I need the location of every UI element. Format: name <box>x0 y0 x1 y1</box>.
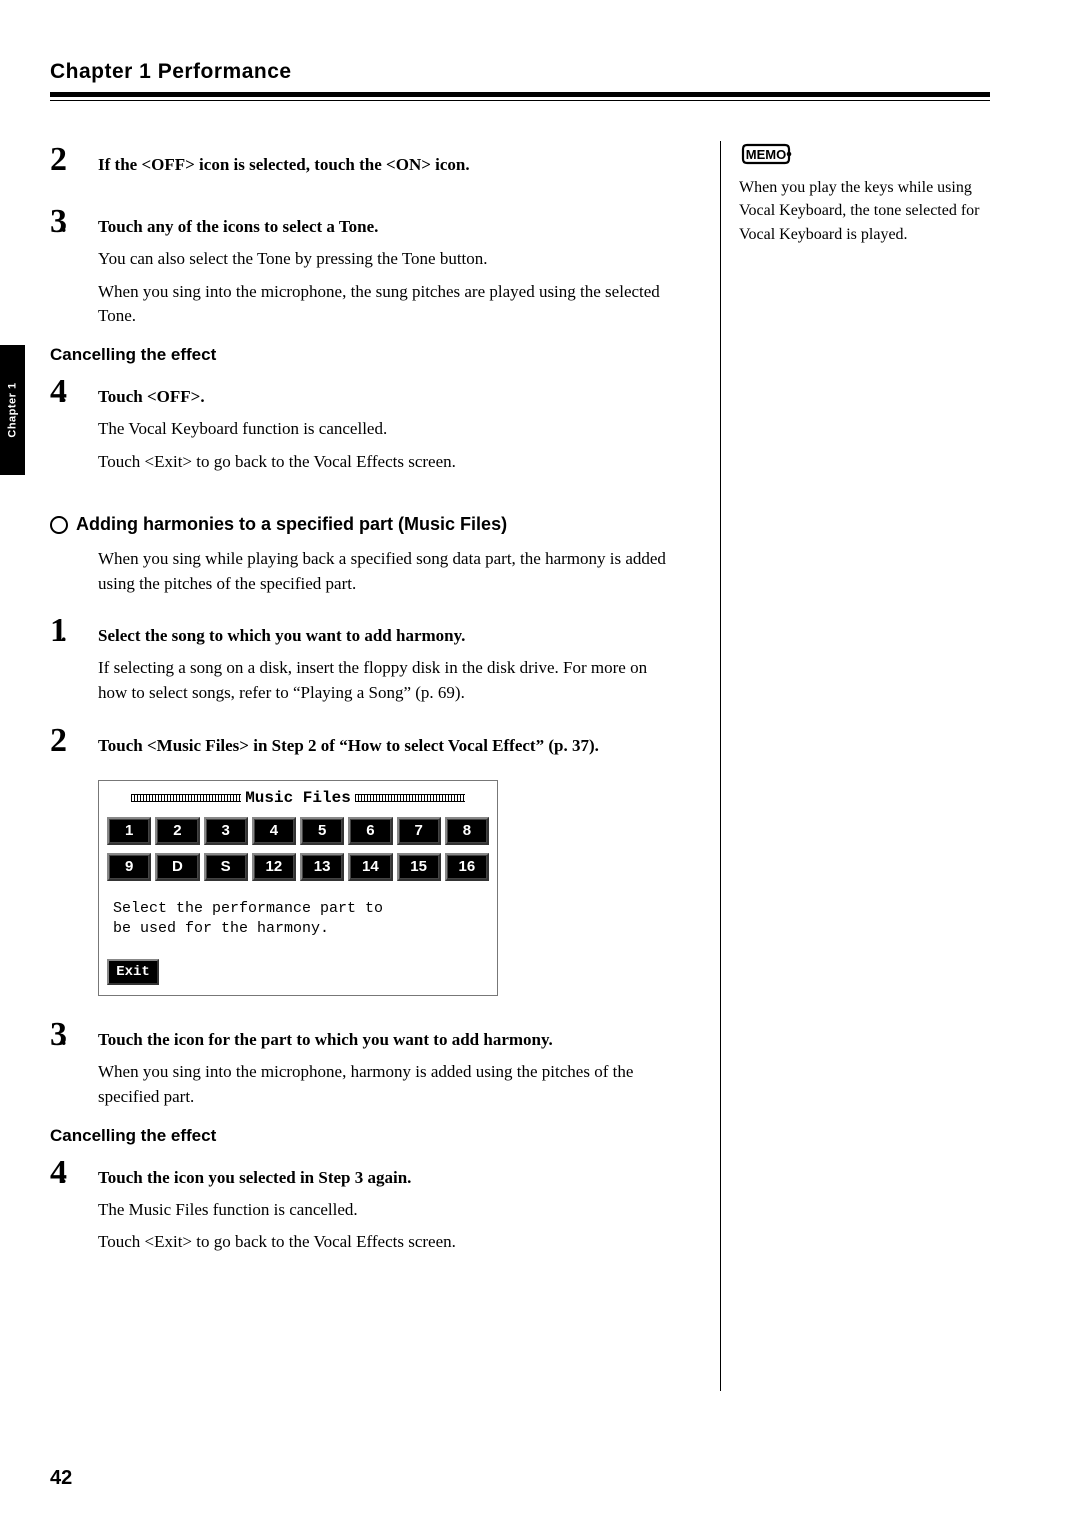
step-3: 3. Touch any of the icons to select a To… <box>50 203 670 241</box>
button-row-1: 1 2 3 4 5 6 7 8 <box>105 813 491 849</box>
step-text: Touch <Music Files> in Step 2 of “How to… <box>98 732 599 756</box>
memo-column: MEMO When you play the keys while using … <box>720 141 990 1391</box>
part-button-4[interactable]: 4 <box>252 817 296 845</box>
decoration-icon <box>131 794 241 802</box>
part-button-3[interactable]: 3 <box>204 817 248 845</box>
s2-step-2: 2. Touch <Music Files> in Step 2 of “How… <box>50 722 670 760</box>
s2-step-1: 1. Select the song to which you want to … <box>50 612 670 650</box>
part-button-d[interactable]: D <box>155 853 199 881</box>
music-files-screenshot: Music Files 1 2 3 4 5 6 7 8 9 <box>98 780 498 997</box>
screen-title: Music Files <box>245 789 351 807</box>
screen-message: Select the performance part to be used f… <box>105 885 491 960</box>
step-4a: 4. Touch <OFF>. <box>50 373 670 411</box>
body-text: Touch <Exit> to go back to the Vocal Eff… <box>98 450 670 475</box>
body-text: The Music Files function is cancelled. <box>98 1198 670 1223</box>
part-button-8[interactable]: 8 <box>445 817 489 845</box>
step-text: Touch the icon for the part to which you… <box>98 1026 553 1050</box>
part-button-s[interactable]: S <box>204 853 248 881</box>
screen-message-line: Select the performance part to <box>113 899 483 919</box>
title-rule <box>50 92 990 101</box>
button-row-2: 9 D S 12 13 14 15 16 <box>105 849 491 885</box>
part-button-14[interactable]: 14 <box>348 853 392 881</box>
part-button-15[interactable]: 15 <box>397 853 441 881</box>
step-text: Touch <OFF>. <box>98 383 205 407</box>
part-button-9[interactable]: 9 <box>107 853 151 881</box>
body-text: The Vocal Keyboard function is cancelled… <box>98 417 670 442</box>
step-text: Select the song to which you want to add… <box>98 622 465 646</box>
body-text: When you sing while playing back a speci… <box>98 547 670 596</box>
body-text: When you sing into the microphone, harmo… <box>98 1060 670 1109</box>
step-text: Touch any of the icons to select a Tone. <box>98 213 378 237</box>
part-button-1[interactable]: 1 <box>107 817 151 845</box>
subheading-cancel: Cancelling the effect <box>50 345 670 365</box>
chapter-title: Chapter 1 Performance <box>50 60 990 84</box>
part-button-2[interactable]: 2 <box>155 817 199 845</box>
screen-message-line: be used for the harmony. <box>113 919 483 939</box>
part-button-16[interactable]: 16 <box>445 853 489 881</box>
s2-step-4: 4. Touch the icon you selected in Step 3… <box>50 1154 670 1192</box>
part-button-6[interactable]: 6 <box>348 817 392 845</box>
s2-step-3: 3. Touch the icon for the part to which … <box>50 1016 670 1054</box>
screen-title-row: Music Files <box>105 787 491 813</box>
step-2: 2. If the <OFF> icon is selected, touch … <box>50 141 670 179</box>
circle-marker-icon <box>50 516 68 534</box>
step-text: If the <OFF> icon is selected, touch the… <box>98 151 470 175</box>
part-button-12[interactable]: 12 <box>252 853 296 881</box>
memo-icon: MEMO <box>739 141 990 174</box>
exit-row: Exit <box>105 959 491 989</box>
decoration-icon <box>355 794 465 802</box>
body-text: You can also select the Tone by pressing… <box>98 247 670 272</box>
page-number: 42 <box>50 1467 72 1490</box>
body-text: When you sing into the microphone, the s… <box>98 280 670 329</box>
exit-button[interactable]: Exit <box>107 959 159 985</box>
body-text: If selecting a song on a disk, insert th… <box>98 656 670 705</box>
memo-text: When you play the keys while using Vocal… <box>739 176 990 246</box>
part-button-7[interactable]: 7 <box>397 817 441 845</box>
subheading-cancel: Cancelling the effect <box>50 1126 670 1146</box>
body-text: Touch <Exit> to go back to the Vocal Eff… <box>98 1230 670 1255</box>
section-heading-music-files: Adding harmonies to a specified part (Mu… <box>50 514 670 535</box>
svg-text:MEMO: MEMO <box>746 147 786 162</box>
part-button-5[interactable]: 5 <box>300 817 344 845</box>
part-button-13[interactable]: 13 <box>300 853 344 881</box>
step-text: Touch the icon you selected in Step 3 ag… <box>98 1164 411 1188</box>
section-heading-text: Adding harmonies to a specified part (Mu… <box>76 514 507 535</box>
main-column: 2. If the <OFF> icon is selected, touch … <box>50 141 670 1391</box>
